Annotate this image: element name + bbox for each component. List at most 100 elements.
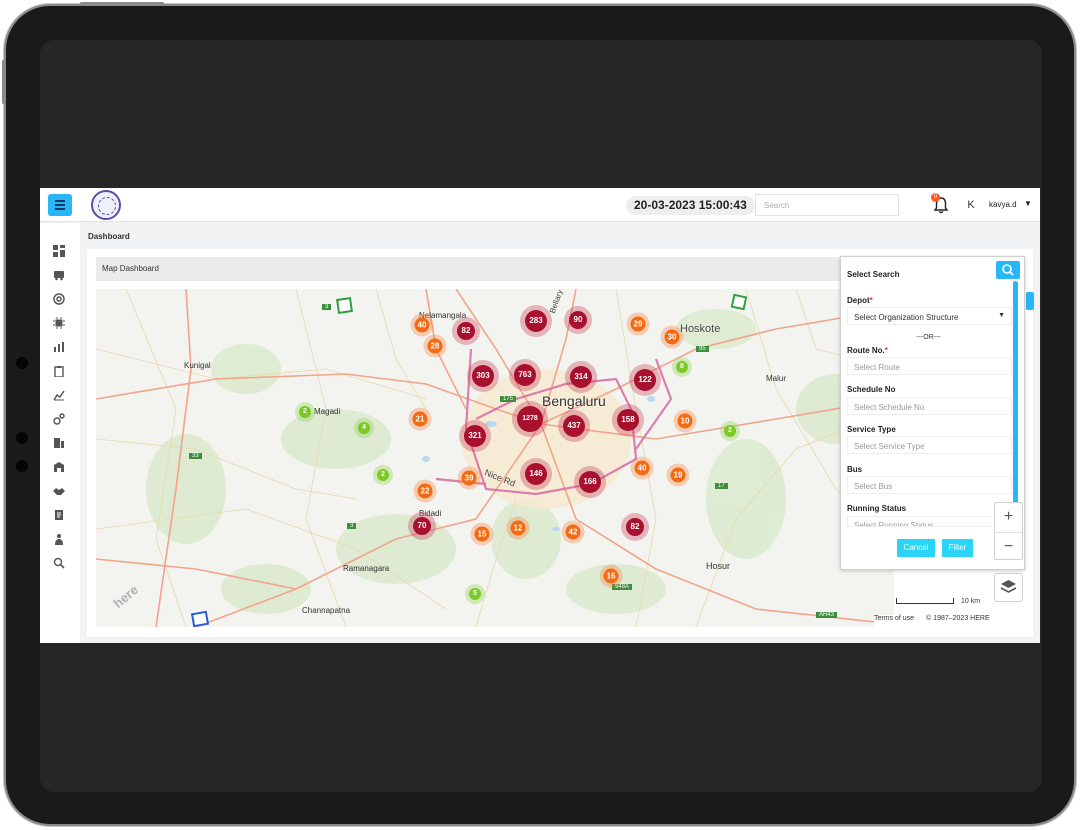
depot-select-value: Select Organization Structure <box>854 313 959 322</box>
running-status-label: Running Status <box>847 504 907 513</box>
settings-link-icon[interactable] <box>53 413 65 425</box>
cluster-marker[interactable]: 321 <box>464 425 486 447</box>
cluster-marker[interactable]: 70 <box>413 517 431 535</box>
cluster-count: 21 <box>415 414 425 424</box>
zoom-in-button[interactable]: + <box>995 503 1022 531</box>
bus-input[interactable]: Select Bus <box>847 476 1012 494</box>
cluster-marker[interactable]: 39 <box>461 470 477 486</box>
cluster-marker[interactable]: 30 <box>664 329 680 345</box>
service-type-input[interactable]: Select Service Type <box>847 436 1012 454</box>
cluster-marker[interactable]: 82 <box>626 518 644 536</box>
filter-button[interactable]: Filter <box>942 539 973 557</box>
cluster-marker[interactable]: 2 <box>299 406 311 418</box>
cluster-marker[interactable]: 2 <box>724 425 736 437</box>
cluster-marker[interactable]: 40 <box>634 460 650 476</box>
schedule-input[interactable]: Select Schedule No <box>847 397 1012 415</box>
line-chart-icon[interactable] <box>53 389 65 401</box>
cluster-count: 40 <box>417 320 427 330</box>
cluster-marker[interactable]: 1278 <box>517 406 543 432</box>
cluster-count: 4 <box>362 424 366 431</box>
cluster-marker[interactable]: 19 <box>670 467 686 483</box>
cluster-marker[interactable]: 283 <box>525 310 547 332</box>
document-icon[interactable] <box>53 509 65 521</box>
app-screen: 20-03-2023 15:00:43 Search 0 K kavya.d ▼… <box>40 188 1040 643</box>
depot-select[interactable]: Select Organization Structure ▼ <box>847 307 1012 325</box>
cluster-marker[interactable]: 40 <box>414 317 430 333</box>
map-attribution: Terms of use © 1987–2023 HERE <box>874 615 1033 627</box>
cluster-count: 39 <box>464 473 474 483</box>
person-icon[interactable] <box>53 533 65 545</box>
breadcrumb[interactable]: Dashboard <box>88 232 130 241</box>
cluster-marker[interactable]: 146 <box>525 463 547 485</box>
cluster-marker[interactable]: 437 <box>563 415 585 437</box>
cluster-count: 166 <box>583 477 597 486</box>
cluster-count: 42 <box>568 527 578 537</box>
terms-of-use-link[interactable]: Terms of use <box>874 615 914 622</box>
cluster-count: 158 <box>621 415 635 424</box>
cluster-marker[interactable]: 15 <box>474 526 490 542</box>
map-view[interactable]: Bengaluru Hoskote Nelamangala Kunigal Ma… <box>96 289 894 627</box>
cluster-marker[interactable]: 158 <box>617 409 639 431</box>
route-input[interactable]: Select Route <box>847 357 1012 375</box>
zoom-search-icon[interactable] <box>53 557 65 569</box>
search-button[interactable] <box>996 261 1020 279</box>
dashboard-icon[interactable] <box>53 245 65 257</box>
cluster-count: 314 <box>574 372 588 381</box>
cluster-marker[interactable]: 763 <box>514 364 536 386</box>
select-search-title: Select Search <box>847 270 900 279</box>
cluster-marker[interactable]: 303 <box>472 365 494 387</box>
clipboard-icon[interactable] <box>53 365 65 377</box>
cluster-count: 283 <box>529 316 543 325</box>
cluster-marker[interactable]: 21 <box>412 411 428 427</box>
search-panel-scrollbar[interactable] <box>1013 281 1018 513</box>
cluster-marker[interactable]: 28 <box>427 338 443 354</box>
map-scale-bar <box>896 598 954 604</box>
cluster-count: 15 <box>477 529 487 539</box>
panel-scroll-handle[interactable] <box>1026 292 1034 310</box>
required-mark: * <box>884 346 888 355</box>
bus-label: Bus <box>847 465 863 474</box>
bus-icon[interactable] <box>53 269 65 281</box>
user-name[interactable]: kavya.d <box>989 200 1017 209</box>
user-avatar[interactable]: K <box>962 196 980 214</box>
cluster-marker[interactable]: 12 <box>510 520 526 536</box>
map-layers-button[interactable] <box>994 573 1023 602</box>
cluster-count: 40 <box>637 463 647 473</box>
cluster-count: 122 <box>638 375 652 384</box>
menu-toggle-button[interactable] <box>48 194 72 216</box>
cluster-marker[interactable]: 4 <box>358 422 370 434</box>
cluster-marker[interactable]: 22 <box>417 483 433 499</box>
cluster-marker[interactable]: 122 <box>634 369 656 391</box>
cluster-count: 70 <box>417 521 427 530</box>
map-copyright: © 1987–2023 HERE <box>926 615 990 622</box>
cluster-marker[interactable]: 82 <box>457 322 475 340</box>
cluster-layer: 40 82 28 283 90 29 30 303 763 314 122 8 … <box>96 289 894 627</box>
bar-chart-icon[interactable] <box>53 341 65 353</box>
cluster-marker[interactable]: 2 <box>377 469 389 481</box>
cluster-count: 2 <box>381 471 385 478</box>
ticket-icon[interactable] <box>53 437 65 449</box>
lifebuoy-icon[interactable] <box>53 293 65 305</box>
cluster-marker[interactable]: 5 <box>469 588 481 600</box>
running-status-input[interactable]: Select Running Status <box>847 516 1012 527</box>
cluster-count: 2 <box>728 427 732 434</box>
cluster-marker[interactable]: 10 <box>677 413 693 429</box>
chevron-down-icon[interactable]: ▼ <box>1024 199 1032 208</box>
cluster-marker[interactable]: 314 <box>570 366 592 388</box>
cluster-count: 16 <box>606 571 616 581</box>
route-label: Route No.* <box>847 346 888 355</box>
chip-icon[interactable] <box>53 317 65 329</box>
cluster-marker[interactable]: 42 <box>565 524 581 540</box>
zoom-out-button[interactable]: − <box>995 532 1022 560</box>
handshake-icon[interactable] <box>53 485 65 497</box>
cluster-marker[interactable]: 90 <box>569 311 587 329</box>
cluster-marker[interactable]: 29 <box>630 316 646 332</box>
cluster-count: 90 <box>573 315 583 324</box>
cluster-marker[interactable]: 166 <box>579 471 601 493</box>
cancel-button[interactable]: Cancel <box>897 539 935 557</box>
depot-icon[interactable] <box>53 461 65 473</box>
global-search-input[interactable]: Search <box>755 194 899 216</box>
cluster-marker[interactable]: 8 <box>676 361 688 373</box>
cluster-count: 12 <box>513 523 523 533</box>
cluster-marker[interactable]: 16 <box>603 568 619 584</box>
